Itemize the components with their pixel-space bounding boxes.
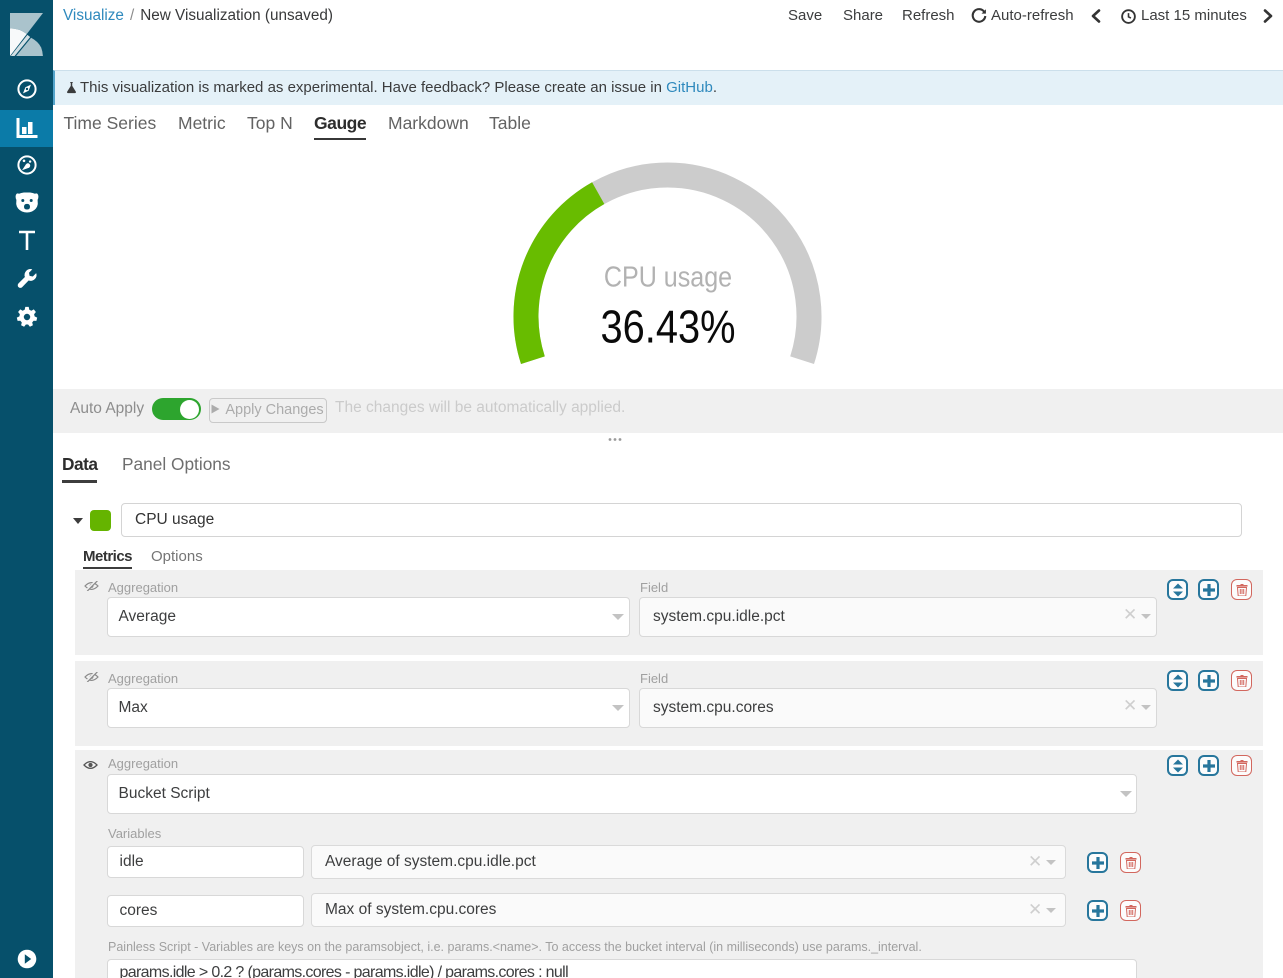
svg-text:CPU usage: CPU usage <box>604 260 732 293</box>
svg-text:36.43%: 36.43% <box>601 302 736 353</box>
